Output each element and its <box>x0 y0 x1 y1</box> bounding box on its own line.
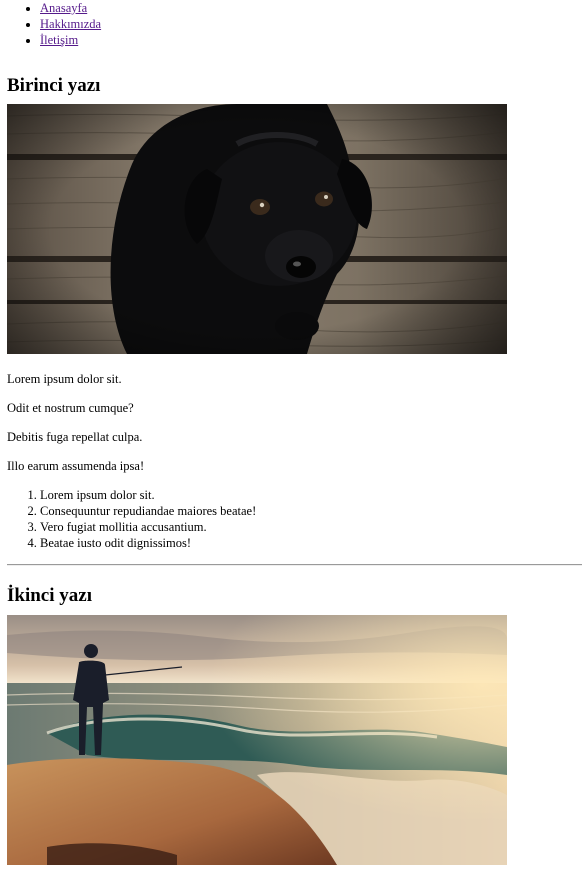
nav-menu: Anasayfa Hakkımızda İletişim <box>7 0 582 48</box>
list-item: Consequuntur repudiandae maiores beatae! <box>40 503 582 519</box>
post-2-image <box>7 615 507 865</box>
list-item: Lorem ipsum dolor sit. <box>40 487 582 503</box>
post-1-paragraph-3: Debitis fuga repellat culpa. <box>7 430 143 444</box>
page: Anasayfa Hakkımızda İletişim Birinci yaz… <box>0 0 582 865</box>
post-divider <box>7 564 582 566</box>
list-item: Vero fugiat mollitia accusantium. <box>40 519 582 535</box>
nav-link-home[interactable]: Anasayfa <box>40 1 87 15</box>
nav-item-home: Anasayfa <box>40 0 582 16</box>
nav-item-contact: İletişim <box>40 32 582 48</box>
fisherman-photo <box>7 615 507 865</box>
post-1-title: Birinci yazı <box>7 75 101 96</box>
post-1-paragraph-2: Odit et nostrum cumque? <box>7 401 134 415</box>
nav-item-about: Hakkımızda <box>40 16 582 32</box>
post-1-ordered-list: Lorem ipsum dolor sit. Consequuntur repu… <box>7 487 582 551</box>
list-item: Beatae iusto odit dignissimos! <box>40 535 582 551</box>
nav-link-about[interactable]: Hakkımızda <box>40 17 101 31</box>
post-1-image <box>7 104 507 354</box>
post-1-paragraph-1: Lorem ipsum dolor sit. <box>7 372 122 386</box>
post-2-title: İkinci yazı <box>7 585 92 606</box>
puppy-photo <box>7 104 507 354</box>
nav-link-contact[interactable]: İletişim <box>40 33 78 47</box>
post-1-paragraph-4: Illo earum assumenda ipsa! <box>7 459 145 473</box>
post-1: Birinci yazı Lorem ipsum dolor sit. Odit… <box>7 75 582 551</box>
post-2: İkinci yazı <box>7 585 582 865</box>
